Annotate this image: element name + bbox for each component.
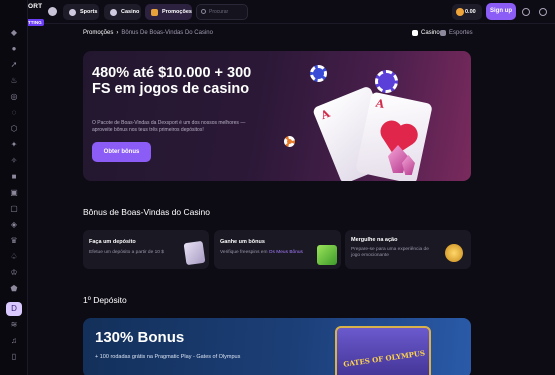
gift-icon xyxy=(151,9,158,16)
my-bonuses-link[interactable]: Os Meus Bônus xyxy=(269,250,303,255)
chevron-right-icon: › xyxy=(116,30,119,36)
casino-icon[interactable]: ♤ xyxy=(9,252,19,262)
deposit-banner: 130% Bonus + 100 rodadas grátis na Pragm… xyxy=(83,318,471,375)
top-bar: DEXSPORT WEB3 BETTING Sports Casino Prom… xyxy=(0,0,555,26)
hero-title: 480% até $10.000 + 300 FS em jogos de ca… xyxy=(92,65,252,97)
nav-promo-label: Promoções xyxy=(162,9,192,15)
signup-button[interactable]: Sign up xyxy=(486,3,516,20)
switch-casino-label: Casino xyxy=(421,30,440,36)
welcome-section-title: Bônus de Boas-Vindas do Casino xyxy=(83,207,210,217)
feature-title: Faça um depósito xyxy=(89,239,136,245)
breadcrumb-current: Bônus De Boas-Vindas Do Casino xyxy=(121,30,213,36)
poker-chip-icon xyxy=(310,65,327,82)
rocket-icon[interactable]: ➚ xyxy=(9,60,19,70)
theme-toggle-icon[interactable] xyxy=(48,7,57,16)
feature-title: Mergulhe na ação xyxy=(351,237,398,243)
fight-icon[interactable]: ■ xyxy=(9,172,19,182)
baseball-icon[interactable]: ✧ xyxy=(9,156,19,166)
coin-icon xyxy=(456,8,464,16)
table-tennis-icon[interactable]: ▣ xyxy=(9,188,19,198)
darts-icon[interactable]: ◈ xyxy=(9,220,19,230)
cards-icon[interactable]: ♔ xyxy=(9,268,19,278)
feature-card-deposit: Faça um depósito Efetue um depósito a pa… xyxy=(83,230,209,269)
dice-icon xyxy=(110,9,117,16)
sidebar: ◆ ● ➚ ♨ ◎ ◌ ⬡ ✦ ✧ ■ ▣ ▢ ◈ ♛ ♤ ♔ ⬟ D ≋ ♫ … xyxy=(0,0,28,375)
tennis-icon[interactable]: ◌ xyxy=(9,108,19,118)
nav-sports-label: Sports xyxy=(80,9,98,15)
hero-banner: 480% até $10.000 + 300 FS em jogos de ca… xyxy=(83,51,471,181)
gift-box-icon xyxy=(317,245,337,265)
soccer-icon[interactable]: ● xyxy=(9,44,19,54)
bonus-subtitle: + 100 rodadas grátis na Pragmatic Play -… xyxy=(95,354,241,360)
game-title: GATES OF OLYMPUS xyxy=(342,348,426,369)
poker-chip-icon xyxy=(284,136,295,147)
switch-casino[interactable]: Casino xyxy=(412,28,440,38)
ball-icon xyxy=(69,9,76,16)
support-icon[interactable]: ♫ xyxy=(9,336,19,346)
basketball-icon[interactable]: ◎ xyxy=(9,92,19,102)
calendar-icon[interactable]: ♛ xyxy=(9,236,19,246)
app-root: DEXSPORT WEB3 BETTING Sports Casino Prom… xyxy=(0,0,555,375)
hockey-icon[interactable]: ✦ xyxy=(9,140,19,150)
coins-icon xyxy=(445,244,463,262)
wallet-balance[interactable]: 0.00 xyxy=(452,4,482,20)
wallet-icon xyxy=(183,240,206,266)
game-artwork: GATES OF OLYMPUS xyxy=(335,326,431,375)
feature-desc: Prepare-se para uma experiência de jogo … xyxy=(351,247,429,258)
deposit-section-title: 1º Depósito xyxy=(83,295,127,305)
card-letter: A xyxy=(374,96,386,112)
esports-icon[interactable]: ⬡ xyxy=(9,124,19,134)
search-input[interactable]: Procurar xyxy=(196,4,248,20)
search-placeholder: Procurar xyxy=(209,9,229,15)
nav-casino-label: Casino xyxy=(121,9,140,15)
switch-esportes-label: Esportes xyxy=(449,30,473,36)
fire-icon[interactable]: ♨ xyxy=(9,76,19,86)
nav-casino-button[interactable]: Casino xyxy=(104,4,141,20)
home-icon[interactable]: ◆ xyxy=(9,28,19,38)
feature-desc-text: Verifique freespins em xyxy=(220,250,269,255)
hero-description: O Pacote de Boas-Vindas da Dexsport é um… xyxy=(92,120,246,133)
search-icon xyxy=(201,9,206,14)
settings-icon[interactable] xyxy=(522,8,530,16)
nav-promo-button[interactable]: Promoções xyxy=(145,4,192,20)
feature-card-action: Mergulhe na ação Prepare-se para uma exp… xyxy=(345,230,471,269)
mobile-icon[interactable]: ▯ xyxy=(9,352,19,362)
promo-icon[interactable]: D xyxy=(6,302,22,316)
wallet-balance-value: 0.00 xyxy=(465,9,476,15)
poker-chip-icon xyxy=(375,70,398,93)
feature-desc: Verifique freespins em Os Meus Bônus xyxy=(220,250,303,256)
casino-switch-icon xyxy=(412,30,418,36)
cricket-icon[interactable]: ▢ xyxy=(9,204,19,214)
layers-icon[interactable]: ≋ xyxy=(9,320,19,330)
breadcrumb: Promoções › Bônus De Boas-Vindas Do Casino xyxy=(83,28,213,38)
switch-esportes[interactable]: Esportes xyxy=(440,28,473,38)
bonus-title: 130% Bonus xyxy=(95,329,185,346)
esports-switch-icon xyxy=(440,30,446,36)
get-bonus-button[interactable]: Obter bônus xyxy=(92,142,151,162)
nav-sports-button[interactable]: Sports xyxy=(63,4,99,20)
feature-title: Ganhe um bônus xyxy=(220,239,265,245)
feature-desc: Efetue um depósito a partir de 10 $ xyxy=(89,250,164,255)
card-letter: A xyxy=(318,106,332,123)
feature-card-bonus: Ganhe um bônus Verifique freespins em Os… xyxy=(214,230,341,269)
notifications-icon[interactable] xyxy=(539,8,547,16)
breadcrumb-root[interactable]: Promoções xyxy=(83,30,113,36)
slots-icon[interactable]: ⬟ xyxy=(9,284,19,294)
